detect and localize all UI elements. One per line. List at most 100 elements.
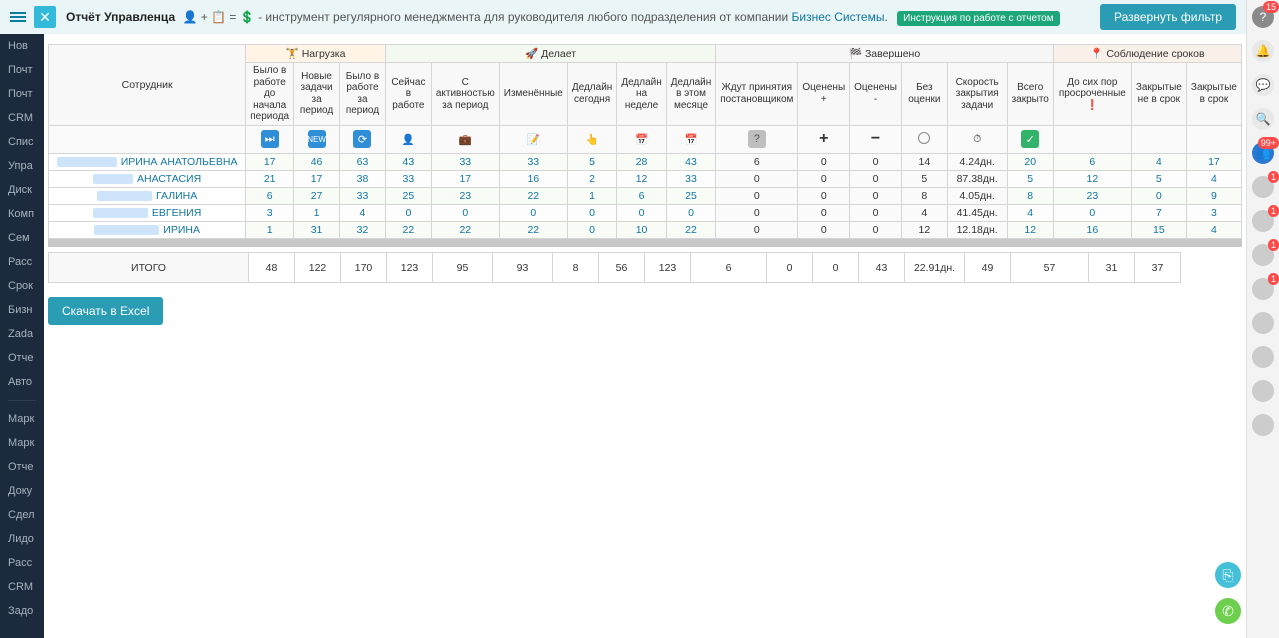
menu-toggle-icon[interactable] xyxy=(10,10,26,24)
th-sub[interactable]: Оценены - xyxy=(850,63,902,126)
sidebar-item[interactable]: Марк xyxy=(0,431,44,455)
cell[interactable]: 4 xyxy=(1131,153,1186,170)
help-icon[interactable]: ?15 xyxy=(1252,6,1274,28)
cell[interactable]: 0 xyxy=(617,204,666,221)
th-sub[interactable]: Закрытые не в срок xyxy=(1131,63,1186,126)
cell[interactable]: 25 xyxy=(385,187,431,204)
cell[interactable]: 6 xyxy=(1053,153,1131,170)
cell[interactable]: 17 xyxy=(431,170,499,187)
employee-cell[interactable]: ГАЛИНА xyxy=(49,187,246,204)
th-sub[interactable]: Было в работе до начала периода xyxy=(246,63,294,126)
sidebar-item[interactable]: Упра xyxy=(0,154,44,178)
bell-icon[interactable]: 🔔 xyxy=(1252,40,1274,62)
cell[interactable]: 8 xyxy=(1007,187,1053,204)
cell[interactable]: 33 xyxy=(385,170,431,187)
avatar[interactable]: 1 xyxy=(1252,244,1274,266)
cell[interactable]: 22 xyxy=(385,221,431,238)
cell[interactable]: 5 xyxy=(1131,170,1186,187)
search-icon[interactable]: 🔍 xyxy=(1252,108,1274,130)
cell[interactable]: 4 xyxy=(1186,221,1241,238)
cell[interactable]: 20 xyxy=(1007,153,1053,170)
cell[interactable]: 33 xyxy=(340,187,386,204)
horizontal-scrollbar[interactable] xyxy=(48,239,1242,247)
sidebar-item[interactable]: Срок xyxy=(0,274,44,298)
cell[interactable]: 22 xyxy=(499,187,567,204)
cell[interactable]: 17 xyxy=(1186,153,1241,170)
sidebar-item[interactable]: Отче xyxy=(0,346,44,370)
cell[interactable]: 0 xyxy=(1053,204,1131,221)
sidebar-item[interactable]: Расс xyxy=(0,551,44,575)
th-sub[interactable]: Сейчас в работе xyxy=(385,63,431,126)
avatar[interactable] xyxy=(1252,380,1274,402)
cell[interactable]: 32 xyxy=(340,221,386,238)
avatar[interactable] xyxy=(1252,346,1274,368)
cell[interactable]: 4 xyxy=(1007,204,1053,221)
cell[interactable]: 0 xyxy=(666,204,715,221)
th-sub[interactable]: Без оценки xyxy=(901,63,947,126)
employee-cell[interactable]: ИРИНА АНАТОЛЬЕВНА xyxy=(49,153,246,170)
cell[interactable]: 4 xyxy=(340,204,386,221)
cell[interactable]: 9 xyxy=(1186,187,1241,204)
cell[interactable]: 17 xyxy=(294,170,340,187)
sidebar-item[interactable]: Сем xyxy=(0,226,44,250)
th-sub[interactable]: С активностью за период xyxy=(431,63,499,126)
cell[interactable]: 31 xyxy=(294,221,340,238)
cell[interactable]: 0 xyxy=(499,204,567,221)
cell[interactable]: 2 xyxy=(567,170,616,187)
th-sub[interactable]: Было в работе за период xyxy=(340,63,386,126)
cell[interactable]: 12 xyxy=(1053,170,1131,187)
avatar[interactable]: 1 xyxy=(1252,176,1274,198)
avatar[interactable]: 1 xyxy=(1252,278,1274,300)
th-sub[interactable]: Закрытые в срок xyxy=(1186,63,1241,126)
cell[interactable]: 12 xyxy=(1007,221,1053,238)
expand-filter-button[interactable]: Развернуть фильтр xyxy=(1100,4,1236,30)
th-sub[interactable]: Новые задачи за период xyxy=(294,63,340,126)
cell[interactable]: 22 xyxy=(666,221,715,238)
sidebar-item[interactable]: Спис xyxy=(0,130,44,154)
download-excel-button[interactable]: Скачать в Excel xyxy=(48,297,163,325)
export-icon[interactable]: ⎘ xyxy=(1215,562,1241,588)
sidebar-item[interactable]: Отче xyxy=(0,455,44,479)
sidebar-item[interactable]: Диск xyxy=(0,178,44,202)
th-sub[interactable]: Оценены + xyxy=(798,63,850,126)
cell[interactable]: 3 xyxy=(1186,204,1241,221)
cell[interactable]: 16 xyxy=(1053,221,1131,238)
employee-cell[interactable]: АНАСТАСИЯ xyxy=(49,170,246,187)
cell[interactable]: 22 xyxy=(499,221,567,238)
sidebar-item[interactable]: CRM xyxy=(0,575,44,599)
sidebar-item[interactable]: Доку xyxy=(0,479,44,503)
cell[interactable]: 5 xyxy=(1007,170,1053,187)
sidebar-item[interactable]: Лидо xyxy=(0,527,44,551)
cell[interactable]: 15 xyxy=(1131,221,1186,238)
cell[interactable]: 0 xyxy=(567,204,616,221)
cell[interactable]: 28 xyxy=(617,153,666,170)
cell[interactable]: 43 xyxy=(666,153,715,170)
sidebar-item[interactable]: Расс xyxy=(0,250,44,274)
group-icon[interactable]: 👥99+ xyxy=(1252,142,1274,164)
cell[interactable]: 33 xyxy=(499,153,567,170)
cell[interactable]: 6 xyxy=(617,187,666,204)
cell[interactable]: 33 xyxy=(431,153,499,170)
cell[interactable]: 16 xyxy=(499,170,567,187)
avatar[interactable] xyxy=(1252,312,1274,334)
cell[interactable]: 1 xyxy=(294,204,340,221)
cell[interactable]: 1 xyxy=(246,221,294,238)
cell[interactable]: 4 xyxy=(1186,170,1241,187)
call-icon[interactable]: ✆ xyxy=(1215,598,1241,624)
sidebar-item[interactable]: Почт xyxy=(0,82,44,106)
sidebar-item[interactable]: Сдел xyxy=(0,503,44,527)
cell[interactable]: 0 xyxy=(385,204,431,221)
th-sub[interactable]: Дедлайн сегодня xyxy=(567,63,616,126)
cell[interactable]: 23 xyxy=(1053,187,1131,204)
cell[interactable]: 17 xyxy=(246,153,294,170)
cell[interactable]: 27 xyxy=(294,187,340,204)
sidebar-item[interactable]: CRM xyxy=(0,106,44,130)
cell[interactable]: 33 xyxy=(666,170,715,187)
cell[interactable]: 0 xyxy=(567,221,616,238)
avatar[interactable] xyxy=(1252,414,1274,436)
th-sub[interactable]: Скорость закрытия задачи xyxy=(947,63,1007,126)
th-sub[interactable]: Всего закрыто xyxy=(1007,63,1053,126)
th-sub[interactable]: Дедлайн в этом месяце xyxy=(666,63,715,126)
th-sub[interactable]: Изменённые xyxy=(499,63,567,126)
employee-cell[interactable]: ИРИНА xyxy=(49,221,246,238)
